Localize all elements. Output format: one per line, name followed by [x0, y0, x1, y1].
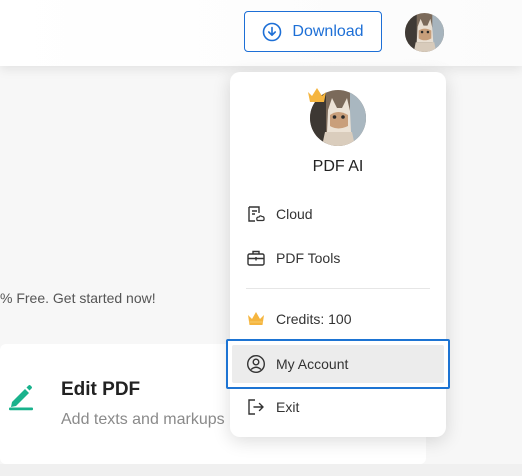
menu-item-label: My Account: [276, 356, 349, 372]
download-button[interactable]: Download: [244, 11, 382, 52]
menu-divider: [246, 288, 430, 289]
menu-item-credits[interactable]: Credits: 100: [238, 301, 438, 337]
menu-item-label: Credits: 100: [276, 311, 352, 327]
account-dropdown-menu: PDF AI Cloud PDF Tools Credits: 100 My A…: [226, 72, 450, 437]
toolbox-icon: [247, 250, 265, 266]
download-label: Download: [292, 22, 364, 40]
divider: [0, 464, 522, 476]
menu-avatar-wrap: [308, 86, 368, 146]
crown-icon: [308, 88, 326, 102]
menu-item-label: Exit: [276, 399, 300, 415]
menu-item-pdf-tools[interactable]: PDF Tools: [238, 240, 438, 276]
cloud-doc-icon: [248, 206, 265, 222]
user-circle-icon: [246, 354, 266, 374]
feature-title: Edit PDF: [61, 379, 141, 400]
user-name: PDF AI: [312, 158, 364, 175]
menu-item-cloud[interactable]: Cloud: [238, 196, 438, 232]
download-icon: [263, 22, 282, 41]
promo-text: % Free. Get started now!: [0, 290, 156, 306]
crown-icon: [248, 312, 264, 325]
top-header-bar: Download: [0, 0, 522, 66]
menu-item-exit[interactable]: Exit: [238, 389, 438, 425]
avatar[interactable]: [405, 13, 444, 52]
exit-icon: [248, 399, 264, 415]
menu-item-my-account[interactable]: My Account: [226, 339, 450, 389]
menu-item-label: PDF Tools: [276, 250, 341, 266]
menu-item-label: Cloud: [276, 206, 313, 222]
edit-pencil-icon: [9, 385, 33, 411]
cat-avatar-image: [405, 13, 444, 52]
menu-item-my-account-highlight: My Account: [232, 345, 444, 383]
feature-description: Add texts and markups: [61, 411, 225, 428]
